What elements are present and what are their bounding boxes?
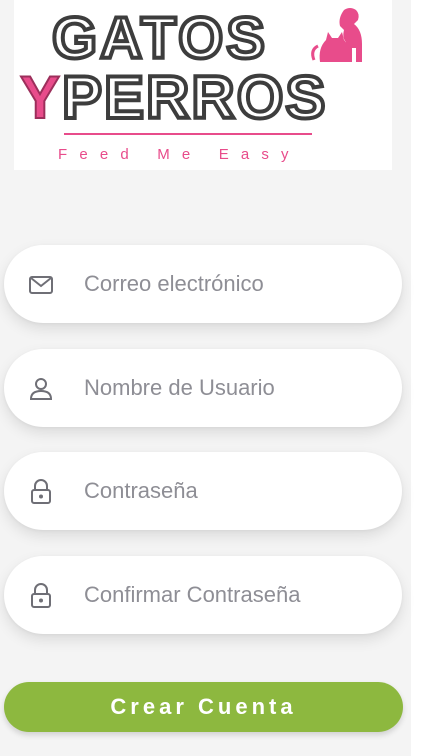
app-logo: GATOS Y PERROS F e e d M e E a s y — [14, 0, 392, 170]
confirm-password-input[interactable] — [84, 574, 384, 616]
lock-icon — [28, 583, 54, 609]
username-input[interactable] — [84, 367, 384, 409]
lock-icon — [28, 479, 54, 505]
confirm-password-field[interactable] — [4, 556, 402, 634]
logo-tagline: F e e d M e E a s y — [58, 146, 293, 163]
logo-graphic: GATOS Y PERROS F e e d M e E a s y — [19, 4, 362, 163]
password-input[interactable] — [84, 470, 384, 512]
password-field[interactable] — [4, 452, 402, 530]
logo-initial: Y — [20, 64, 60, 131]
logo-line-2: PERROS — [62, 64, 327, 131]
create-account-button[interactable]: Crear Cuenta — [4, 682, 403, 732]
email-input[interactable] — [84, 263, 384, 305]
mail-icon — [28, 272, 54, 298]
user-icon — [28, 376, 54, 402]
pet-silhouette-icon — [311, 8, 362, 62]
email-field[interactable] — [4, 245, 402, 323]
logo-line-1: GATOS — [52, 6, 268, 71]
username-field[interactable] — [4, 349, 402, 427]
signup-screen: GATOS Y PERROS F e e d M e E a s y Corre… — [0, 0, 411, 756]
